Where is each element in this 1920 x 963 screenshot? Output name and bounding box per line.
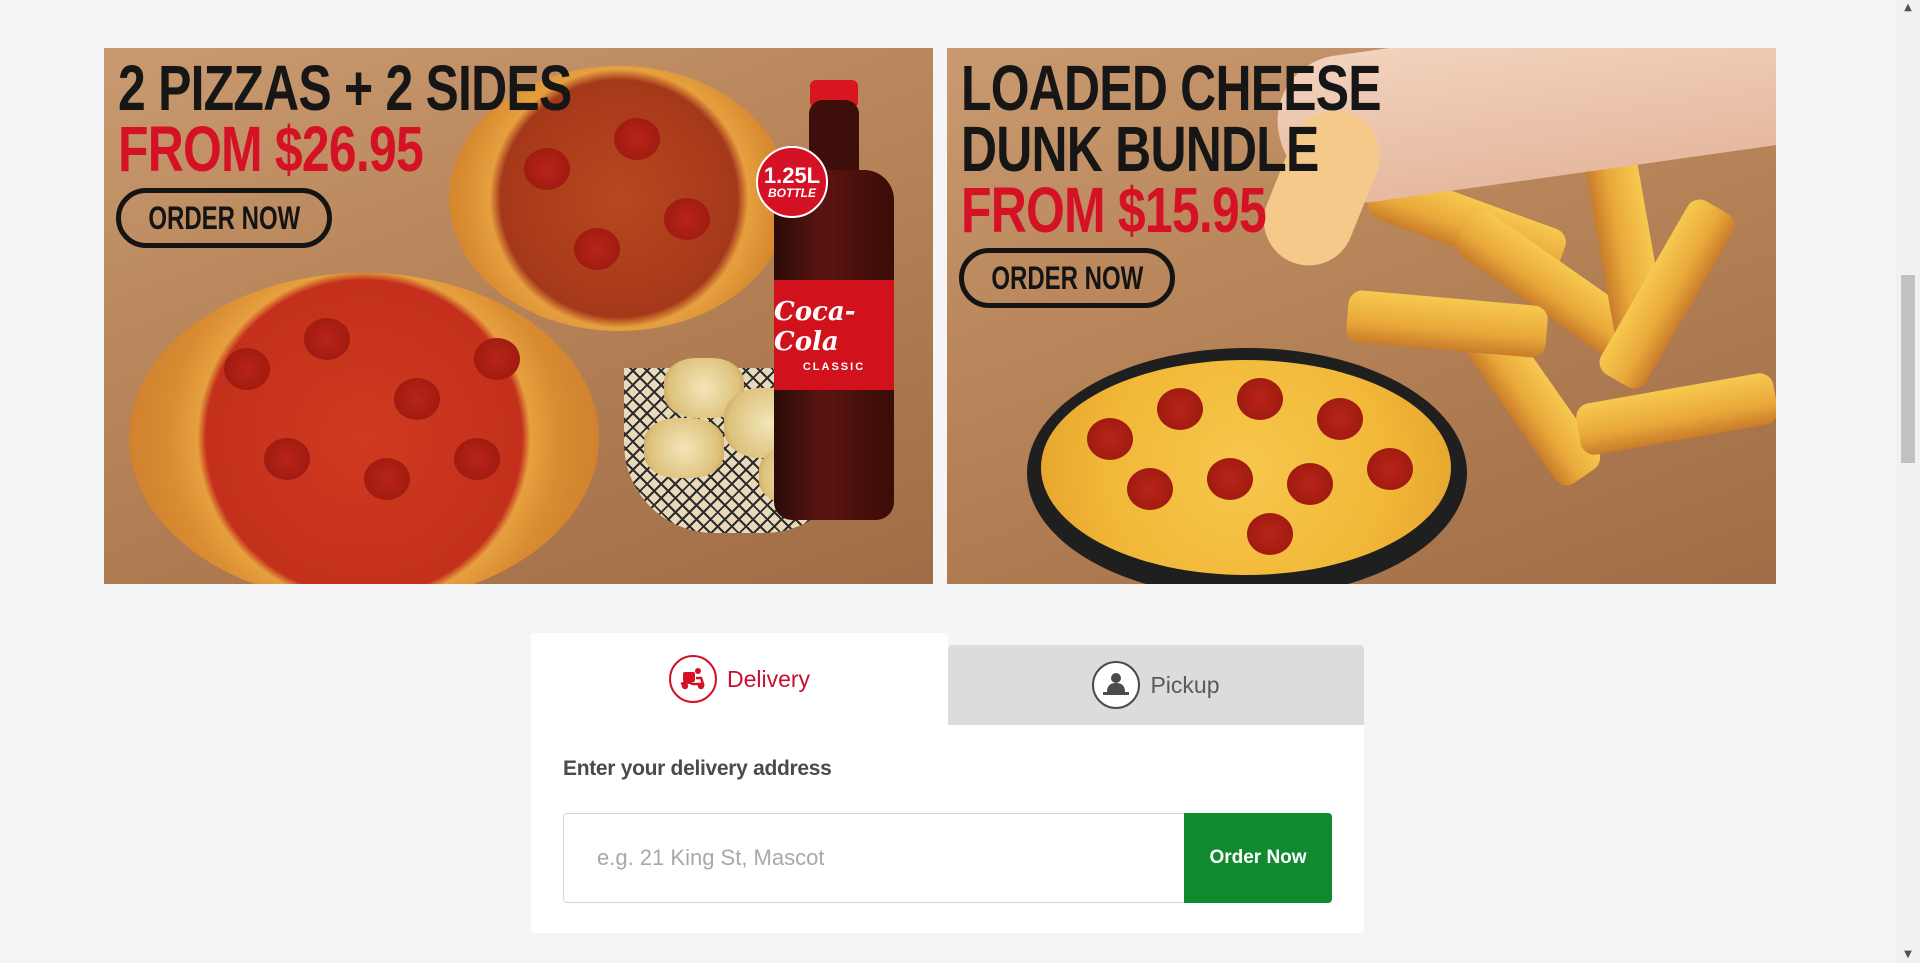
- scrollbar-thumb[interactable]: [1901, 275, 1915, 463]
- order-now-button[interactable]: Order Now: [1184, 813, 1332, 903]
- pepperoni-slice: [264, 438, 310, 480]
- pepperoni-slice: [364, 458, 410, 500]
- cheesy-breadstick: [1574, 371, 1776, 457]
- pepperoni-slice: [574, 228, 620, 270]
- bottle-size-badge: 1.25L BOTTLE: [756, 146, 828, 218]
- pepperoni-slice: [224, 348, 270, 390]
- tab-delivery[interactable]: Delivery: [531, 633, 948, 725]
- pepperoni-slice: [614, 118, 660, 160]
- delivery-address-input[interactable]: [563, 813, 1185, 903]
- promo-title-line-1: LOADED CHEESE: [961, 52, 1382, 124]
- address-heading: Enter your delivery address: [563, 757, 832, 780]
- scroll-up-arrow-icon[interactable]: ▲: [1896, 0, 1920, 16]
- garlic-bread: [644, 418, 724, 478]
- promo-banner-cheese-dunk[interactable]: LOADED CHEESE DUNK BUNDLE FROM $15.95 OR…: [947, 48, 1776, 584]
- promo-order-now-label: ORDER NOW: [991, 259, 1143, 296]
- promo-price: FROM $15.95: [961, 174, 1267, 246]
- tab-pickup-label: Pickup: [1150, 671, 1220, 698]
- badge-word: BOTTLE: [768, 186, 816, 200]
- badge-size: 1.25L: [763, 163, 821, 188]
- promo-order-now-button[interactable]: ORDER NOW: [959, 248, 1175, 308]
- promo-headline: LOADED CHEESE DUNK BUNDLE FROM $15.95: [961, 52, 1382, 246]
- promo-title: 2 PIZZAS + 2 SIDES: [118, 52, 572, 124]
- pepperoni-slice: [454, 438, 500, 480]
- order-type-tabs: Delivery Pickup: [531, 633, 1364, 725]
- pepperoni-pizza-image: [129, 273, 599, 584]
- pickup-person-icon: [1092, 661, 1141, 709]
- scroll-down-arrow-icon[interactable]: ▼: [1896, 947, 1920, 963]
- bottle-brand: Coca-Cola: [774, 297, 856, 357]
- page-scrollbar[interactable]: ▲ ▼: [1896, 0, 1920, 963]
- cheese-dip-skillet-image: [1027, 348, 1467, 584]
- tab-delivery-label: Delivery: [726, 665, 811, 692]
- pepperoni-slice: [474, 338, 520, 380]
- promo-title-line-2: DUNK BUNDLE: [961, 113, 1319, 185]
- pepperoni-slice: [304, 318, 350, 360]
- promo-headline: 2 PIZZAS + 2 SIDES FROM $26.95: [118, 52, 572, 185]
- promo-order-now-button[interactable]: ORDER NOW: [116, 188, 332, 248]
- delivery-address-card: Enter your delivery address Order Now: [531, 725, 1364, 933]
- promo-order-now-label: ORDER NOW: [148, 199, 300, 236]
- cheesy-breadstick: [1345, 289, 1549, 359]
- promo-banner-2-pizzas-2-sides[interactable]: Coca-Cola CLASSIC 1.25L BOTTLE 2 PIZZAS …: [104, 48, 933, 584]
- delivery-scooter-icon: [668, 655, 717, 703]
- promo-price: FROM $26.95: [118, 113, 424, 185]
- pepperoni-slice: [394, 378, 440, 420]
- tab-pickup[interactable]: Pickup: [948, 645, 1364, 725]
- bottle-variant: CLASSIC: [802, 361, 866, 373]
- pepperoni-slice: [664, 198, 710, 240]
